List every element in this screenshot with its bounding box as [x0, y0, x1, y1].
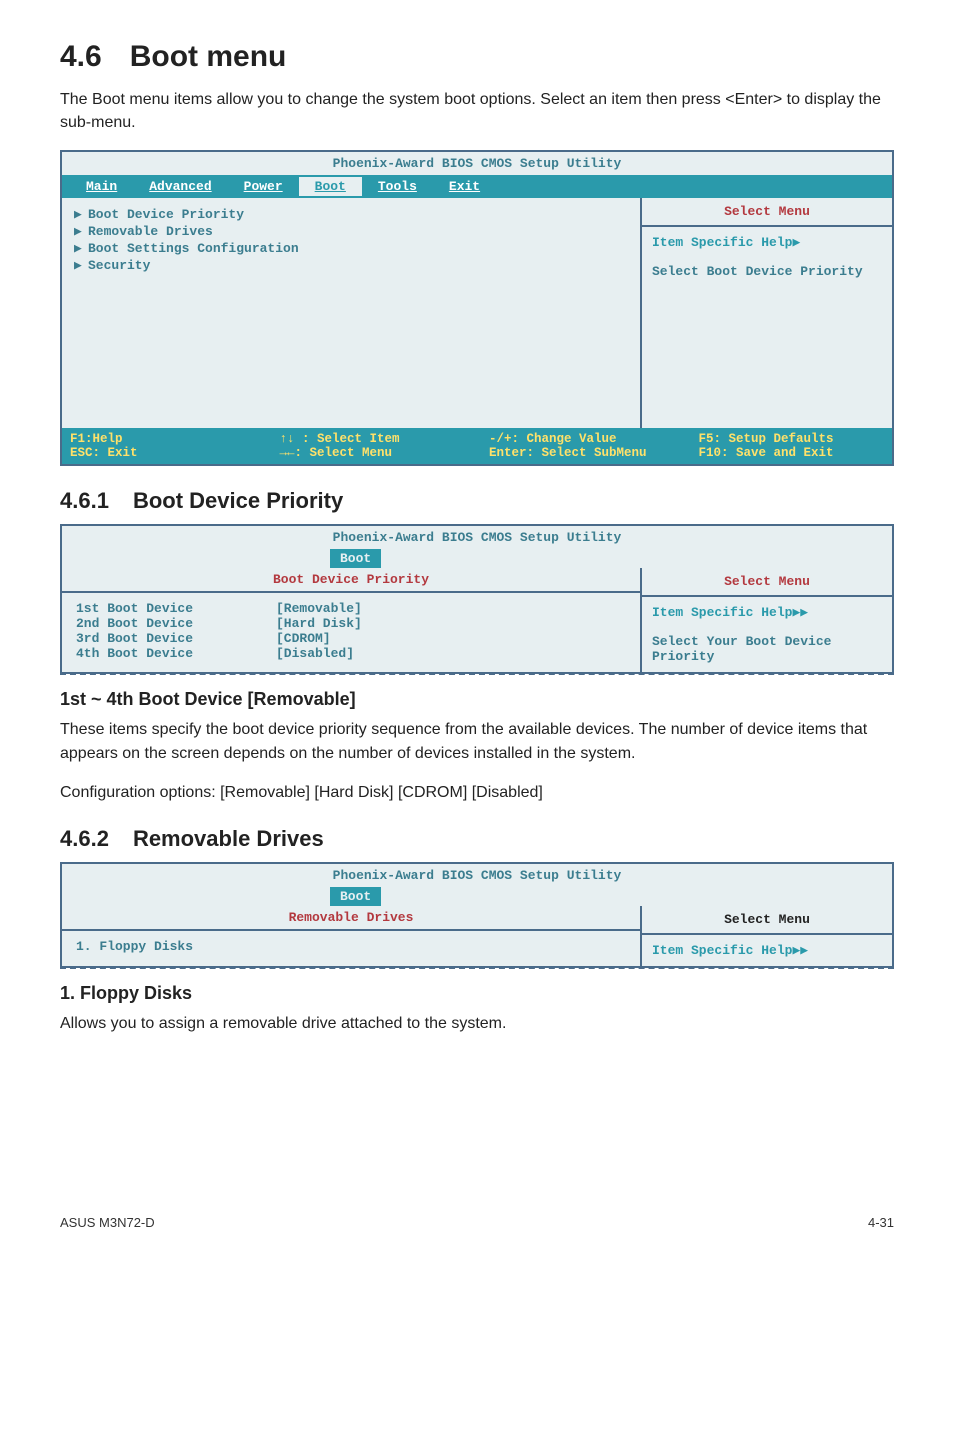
bios-title: Phoenix-Award BIOS CMOS Setup Utility [62, 864, 892, 887]
boot-priority-config-options: Configuration options: [Removable] [Hard… [60, 781, 894, 804]
row-key: 3rd Boot Device [76, 631, 276, 646]
dashed-divider [60, 967, 894, 969]
right-arrow-icon: ▶▶ [792, 943, 808, 958]
floppy-desc: Allows you to assign a removable drive a… [60, 1012, 894, 1035]
bios-footer: F1:Help ESC: Exit ↑↓ : Select Item →←: S… [62, 428, 892, 464]
menu-main[interactable]: Main [70, 177, 133, 196]
footer-change: -/+: Change Value [489, 432, 617, 446]
menu-tools[interactable]: Tools [362, 177, 433, 196]
right-pane: Select Menu Item Specific Help▶▶ Select … [642, 568, 892, 672]
panel-head: Removable Drives [62, 906, 640, 931]
footer-enter: Enter: Select SubMenu [489, 446, 647, 460]
boot-priority-desc: These items specify the boot device prio… [60, 718, 894, 764]
subsection-title: Boot Device Priority [133, 488, 343, 513]
row-value: [Hard Disk] [276, 616, 362, 631]
section-title-text: Boot menu [130, 40, 287, 73]
bios-title: Phoenix-Award BIOS CMOS Setup Utility [62, 526, 892, 549]
footer-f10: F10: Save and Exit [699, 446, 834, 460]
row-key: 4th Boot Device [76, 646, 276, 661]
bios-removable-drives-panel: Phoenix-Award BIOS CMOS Setup Utility Bo… [60, 862, 894, 968]
item-removable-drives[interactable]: ▶Removable Drives [74, 223, 628, 240]
item-label: Boot Device Priority [88, 207, 244, 222]
help-description: Select Boot Device Priority [652, 264, 882, 279]
menu-exit[interactable]: Exit [433, 177, 496, 196]
page-footer: ASUS M3N72-D 4-31 [60, 1215, 894, 1230]
help-label: Item Specific Help▶▶ [652, 943, 882, 958]
select-menu-label: Select Menu [642, 568, 892, 597]
row-4th-boot[interactable]: 4th Boot Device[Disabled] [76, 646, 626, 661]
row-floppy-disks[interactable]: 1. Floppy Disks [76, 939, 626, 954]
row-key: 2nd Boot Device [76, 616, 276, 631]
panel-head: Boot Device Priority [62, 568, 640, 593]
right-pane: Select Menu Item Specific Help▶▶ [642, 906, 892, 966]
bios-title: Phoenix-Award BIOS CMOS Setup Utility [62, 152, 892, 175]
footer-col-4: F5: Setup Defaults F10: Save and Exit [699, 432, 885, 460]
subsection-4-6-1-heading: 4.6.1 Boot Device Priority [60, 488, 894, 514]
bios-tabbar: Boot [62, 887, 892, 906]
help-label-text: Item Specific Help [652, 605, 792, 620]
row-1st-boot[interactable]: 1st Boot Device[Removable] [76, 601, 626, 616]
section-intro: The Boot menu items allow you to change … [60, 88, 894, 134]
footer-col-3: -/+: Change Value Enter: Select SubMenu [489, 432, 675, 460]
footer-f5: F5: Setup Defaults [699, 432, 834, 446]
row-value: [Removable] [276, 601, 362, 616]
item-label: Removable Drives [88, 224, 213, 239]
section-heading: 4.6 Boot menu [60, 40, 894, 74]
footer-left: ASUS M3N72-D [60, 1215, 155, 1230]
row-key: 1st Boot Device [76, 601, 276, 616]
dashed-divider [60, 673, 894, 675]
field-heading-floppy: 1. Floppy Disks [60, 983, 894, 1004]
bios-left-pane: ▶Boot Device Priority ▶Removable Drives … [62, 198, 642, 428]
menu-power[interactable]: Power [228, 177, 299, 196]
item-boot-device-priority[interactable]: ▶Boot Device Priority [74, 206, 628, 223]
item-label: Boot Settings Configuration [88, 241, 299, 256]
footer-f1: F1:Help [70, 432, 123, 446]
menu-advanced[interactable]: Advanced [133, 177, 227, 196]
submenu-arrow-icon: ▶ [74, 207, 88, 222]
help-label-text: Item Specific Help [652, 943, 792, 958]
bios-menubar: Main Advanced Power Boot Tools Exit [62, 175, 892, 198]
help-label: Item Specific Help▶▶ [652, 605, 882, 620]
subsection-number: 4.6.2 [60, 826, 109, 851]
row-2nd-boot[interactable]: 2nd Boot Device[Hard Disk] [76, 616, 626, 631]
item-label: Security [88, 258, 150, 273]
subsection-4-6-2-heading: 4.6.2 Removable Drives [60, 826, 894, 852]
left-pane: Boot Device Priority 1st Boot Device[Rem… [62, 568, 642, 672]
item-security[interactable]: ▶Security [74, 257, 628, 274]
bios-boot-priority-panel: Phoenix-Award BIOS CMOS Setup Utility Bo… [60, 524, 894, 674]
help-description: Select Your Boot Device Priority [652, 634, 882, 664]
submenu-arrow-icon: ▶ [74, 258, 88, 273]
footer-leftright: →←: Select Menu [280, 446, 393, 460]
left-pane: Removable Drives 1. Floppy Disks [62, 906, 642, 966]
footer-esc: ESC: Exit [70, 446, 138, 460]
footer-updown: ↑↓ : Select Item [280, 432, 400, 446]
section-number: 4.6 [60, 40, 102, 73]
submenu-arrow-icon: ▶ [74, 241, 88, 256]
help-label-text: Item Specific Help [652, 235, 792, 250]
right-arrow-icon: ▶ [792, 235, 800, 250]
bios-tabbar: Boot [62, 549, 892, 568]
field-heading-1st-4th: 1st ~ 4th Boot Device [Removable] [60, 689, 894, 710]
select-menu-label: Select Menu [642, 906, 892, 935]
item-boot-settings-config[interactable]: ▶Boot Settings Configuration [74, 240, 628, 257]
bios-main-panel: Phoenix-Award BIOS CMOS Setup Utility Ma… [60, 150, 894, 466]
footer-col-1: F1:Help ESC: Exit [70, 432, 256, 460]
help-label: Item Specific Help▶ [652, 235, 882, 250]
subsection-number: 4.6.1 [60, 488, 109, 513]
bios-right-pane: Select Menu Item Specific Help▶ Select B… [642, 198, 892, 428]
right-arrow-icon: ▶▶ [792, 605, 808, 620]
footer-right: 4-31 [868, 1215, 894, 1230]
row-value: [CDROM] [276, 631, 331, 646]
row-value: [Disabled] [276, 646, 354, 661]
tab-boot[interactable]: Boot [330, 549, 381, 568]
menu-boot[interactable]: Boot [299, 177, 362, 196]
row-3rd-boot[interactable]: 3rd Boot Device[CDROM] [76, 631, 626, 646]
subsection-title: Removable Drives [133, 826, 324, 851]
tab-boot[interactable]: Boot [330, 887, 381, 906]
select-menu-label: Select Menu [642, 198, 892, 227]
footer-col-2: ↑↓ : Select Item →←: Select Menu [280, 432, 466, 460]
submenu-arrow-icon: ▶ [74, 224, 88, 239]
